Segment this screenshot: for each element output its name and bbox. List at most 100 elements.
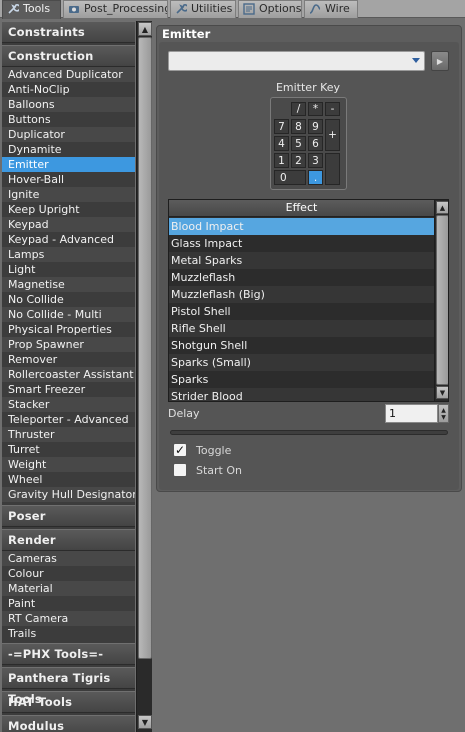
- tool-item[interactable]: Stacker: [2, 397, 135, 412]
- tool-item[interactable]: Thruster: [2, 427, 135, 442]
- construction-items: Advanced Duplicator Anti-NoClip Balloons Bu…: [2, 67, 135, 502]
- scroll-up-button[interactable]: ▲: [436, 201, 448, 214]
- key-slash[interactable]: /: [291, 102, 306, 116]
- tool-item[interactable]: Prop Spawner: [2, 337, 135, 352]
- tool-item[interactable]: Paint: [2, 596, 135, 611]
- tool-item[interactable]: Material: [2, 581, 135, 596]
- key-star[interactable]: *: [308, 102, 323, 116]
- effect-list-scrollbar[interactable]: ▲ ▼: [434, 200, 448, 401]
- effect-row[interactable]: Pistol Shell: [169, 303, 434, 320]
- wrench-icon: [7, 3, 19, 15]
- tool-item[interactable]: Teleporter - Advanced: [2, 412, 135, 427]
- tool-item[interactable]: Advanced Duplicator: [2, 67, 135, 82]
- key-9[interactable]: 9: [308, 119, 323, 134]
- tool-item[interactable]: Keypad - Advanced: [2, 232, 135, 247]
- arrow-down-icon[interactable]: ▼: [441, 414, 446, 421]
- key-0[interactable]: 0: [274, 170, 306, 185]
- arrow-up-icon[interactable]: ▲: [441, 407, 446, 414]
- tool-item[interactable]: Magnetise: [2, 277, 135, 292]
- effect-row[interactable]: Strider Blood: [169, 388, 434, 401]
- category-poser[interactable]: Poser: [2, 505, 135, 527]
- key-2[interactable]: 2: [291, 153, 306, 168]
- key-8[interactable]: 8: [291, 119, 306, 134]
- effect-row[interactable]: Metal Sparks: [169, 252, 434, 269]
- start-on-label: Start On: [196, 464, 242, 477]
- tab-wire[interactable]: Wire: [304, 0, 358, 18]
- key-1[interactable]: 1: [274, 153, 289, 168]
- tool-item[interactable]: Keep Upright: [2, 202, 135, 217]
- effect-row[interactable]: Muzzleflash: [169, 269, 434, 286]
- tab-options[interactable]: Options: [238, 0, 302, 18]
- tool-item[interactable]: Buttons: [2, 112, 135, 127]
- delay-slider[interactable]: [170, 430, 448, 435]
- effect-row[interactable]: Muzzleflash (Big): [169, 286, 434, 303]
- tool-item[interactable]: Cameras: [2, 551, 135, 566]
- effect-row[interactable]: Shotgun Shell: [169, 337, 434, 354]
- effect-column-header[interactable]: Effect: [169, 200, 434, 217]
- render-items: Cameras Colour Material Paint RT Camera Trail…: [2, 551, 135, 641]
- delay-label: Delay: [168, 407, 200, 420]
- effect-row[interactable]: Rifle Shell: [169, 320, 434, 337]
- tool-item[interactable]: RT Camera: [2, 611, 135, 626]
- start-on-checkbox[interactable]: [173, 463, 187, 477]
- key-5[interactable]: 5: [291, 136, 306, 151]
- key-7[interactable]: 7: [274, 119, 289, 134]
- tool-item[interactable]: Gravity Hull Designator: [2, 487, 135, 502]
- tool-item[interactable]: Remover: [2, 352, 135, 367]
- tool-item[interactable]: Colour: [2, 566, 135, 581]
- key-4[interactable]: 4: [274, 136, 289, 151]
- tool-item[interactable]: Smart Freezer: [2, 382, 135, 397]
- category-phx-tools[interactable]: -=PHX Tools=-: [2, 643, 135, 665]
- tab-tools[interactable]: Tools: [2, 0, 61, 19]
- tool-item[interactable]: Anti-NoClip: [2, 82, 135, 97]
- tool-item[interactable]: No Collide - Multi: [2, 307, 135, 322]
- tool-item[interactable]: Balloons: [2, 97, 135, 112]
- category-construction[interactable]: Construction: [2, 45, 135, 67]
- tool-item[interactable]: Duplicator: [2, 127, 135, 142]
- key-6[interactable]: 6: [308, 136, 323, 151]
- preset-menu-button[interactable]: ▶: [431, 51, 449, 71]
- tool-item[interactable]: Wheel: [2, 472, 135, 487]
- category-constraints[interactable]: Constraints: [2, 21, 135, 43]
- tab-utilities[interactable]: Utilities: [170, 0, 236, 18]
- key-plus[interactable]: +: [325, 119, 340, 151]
- category-render[interactable]: Render: [2, 529, 135, 551]
- tool-item[interactable]: Ignite: [2, 187, 135, 202]
- preset-combo[interactable]: [168, 51, 425, 71]
- scroll-up-button[interactable]: ▲: [138, 22, 152, 36]
- scrollbar-thumb[interactable]: [436, 215, 448, 385]
- toggle-checkbox[interactable]: ✓: [173, 443, 187, 457]
- effect-row[interactable]: Blood Impact: [169, 218, 434, 235]
- tool-item[interactable]: Hover-Ball: [2, 172, 135, 187]
- wrench-icon: [175, 3, 187, 15]
- tool-item[interactable]: No Collide: [2, 292, 135, 307]
- tool-item[interactable]: Rollercoaster Assistant: [2, 367, 135, 382]
- scroll-down-button[interactable]: ▼: [436, 386, 448, 399]
- effect-row[interactable]: Sparks (Small): [169, 354, 434, 371]
- effect-row[interactable]: Glass Impact: [169, 235, 434, 252]
- scrollbar-thumb[interactable]: [138, 37, 152, 659]
- tool-item[interactable]: Turret: [2, 442, 135, 457]
- tool-item[interactable]: Lamps: [2, 247, 135, 262]
- key-3[interactable]: 3: [308, 153, 323, 168]
- tool-item[interactable]: Emitter: [2, 157, 135, 172]
- tool-item[interactable]: Physical Properties: [2, 322, 135, 337]
- tool-item[interactable]: Dynamite: [2, 142, 135, 157]
- tool-item[interactable]: Keypad: [2, 217, 135, 232]
- key-minus[interactable]: -: [325, 102, 340, 116]
- effect-row[interactable]: Sparks: [169, 371, 434, 388]
- scroll-down-button[interactable]: ▼: [138, 715, 152, 729]
- tab-post-processing[interactable]: Post_Processing: [63, 0, 168, 18]
- category-modulus[interactable]: Modulus: [2, 715, 135, 732]
- key-enter[interactable]: [325, 153, 340, 185]
- delay-stepper[interactable]: ▲ ▼: [438, 404, 449, 423]
- arrow-down-icon: ▼: [141, 717, 149, 727]
- category-panthera-tigris-tools[interactable]: Panthera Tigris Tools: [2, 667, 135, 706]
- key-dot[interactable]: .: [308, 170, 323, 185]
- tool-item[interactable]: Trails: [2, 626, 135, 641]
- tool-list-scrollbar[interactable]: ▲ ▼: [136, 21, 152, 732]
- tool-item[interactable]: Weight: [2, 457, 135, 472]
- category-hat-tools[interactable]: HAT Tools: [2, 691, 135, 713]
- tool-item[interactable]: Light: [2, 262, 135, 277]
- delay-input[interactable]: 1: [385, 404, 438, 423]
